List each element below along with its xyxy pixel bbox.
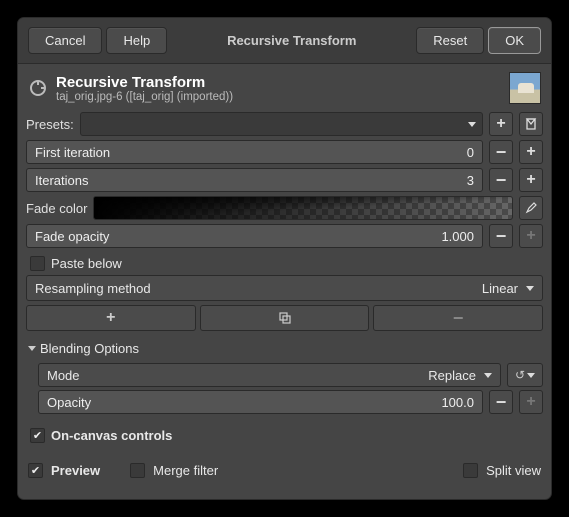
on-canvas-row: On-canvas controls [26, 424, 543, 447]
manage-icon [524, 117, 538, 131]
transform-duplicate-button[interactable] [200, 305, 370, 331]
resampling-label: Resampling method [35, 281, 151, 296]
footer-row: Preview Merge filter Split view [26, 457, 543, 478]
first-iteration-decrement[interactable]: − [489, 140, 513, 164]
opacity-label: Opacity [47, 395, 91, 410]
iterations-decrement[interactable]: − [489, 168, 513, 192]
preset-manage-button[interactable] [519, 112, 543, 136]
opacity-increment[interactable]: + [519, 390, 543, 414]
preset-add-button[interactable]: + [489, 112, 513, 136]
opacity-field[interactable]: Opacity 100.0 [38, 390, 483, 414]
dialog: Cancel Help Recursive Transform Reset OK… [17, 17, 552, 500]
resampling-value: Linear [482, 281, 518, 296]
fade-opacity-increment[interactable]: + [519, 224, 543, 248]
content: Presets: + First iteration 0 − + Iterati… [18, 108, 551, 482]
preview-checkbox[interactable] [28, 463, 43, 478]
plus-icon: + [526, 394, 535, 410]
ok-button[interactable]: OK [488, 27, 541, 54]
iterations-label: Iterations [35, 173, 88, 188]
plus-icon: + [526, 172, 535, 188]
paste-below-row: Paste below [26, 252, 543, 275]
split-view-label: Split view [486, 463, 541, 478]
fade-color-label: Fade color [26, 201, 87, 216]
iterations-field[interactable]: Iterations 3 [26, 168, 483, 192]
transform-button-strip: + − [26, 305, 543, 331]
chevron-down-icon [484, 373, 492, 378]
on-canvas-checkbox[interactable] [30, 428, 45, 443]
on-canvas-label: On-canvas controls [51, 428, 172, 443]
plus-icon: + [496, 116, 505, 132]
first-iteration-row: First iteration 0 − + [26, 140, 543, 164]
chevron-down-icon [527, 373, 535, 378]
plus-icon: + [526, 144, 535, 160]
opacity-decrement[interactable]: − [489, 390, 513, 414]
minus-icon: − [496, 143, 507, 161]
reset-button[interactable]: Reset [416, 27, 484, 54]
top-button-bar: Cancel Help Recursive Transform Reset OK [18, 18, 551, 64]
minus-icon: − [496, 393, 507, 411]
resampling-dropdown[interactable]: Resampling method Linear [26, 275, 543, 301]
paste-below-checkbox[interactable] [30, 256, 45, 271]
iterations-value: 3 [467, 173, 474, 188]
mode-reset-button[interactable]: ↺ [507, 363, 543, 387]
opacity-value: 100.0 [441, 395, 474, 410]
gegl-icon [28, 78, 48, 98]
paste-below-label: Paste below [51, 256, 122, 271]
fade-opacity-decrement[interactable]: − [489, 224, 513, 248]
first-iteration-label: First iteration [35, 145, 110, 160]
preview-label: Preview [51, 463, 100, 478]
first-iteration-increment[interactable]: + [519, 140, 543, 164]
iterations-row: Iterations 3 − + [26, 168, 543, 192]
fade-opacity-field[interactable]: Fade opacity 1.000 [26, 224, 483, 248]
presets-dropdown[interactable] [80, 112, 483, 136]
dialog-title-label: Recursive Transform [219, 27, 364, 54]
minus-icon: − [453, 309, 464, 327]
plus-icon: + [526, 228, 535, 244]
duplicate-icon [278, 311, 292, 325]
first-iteration-value: 0 [467, 145, 474, 160]
minus-icon: − [496, 227, 507, 245]
filter-subtitle: taj_orig.jpg-6 ([taj_orig] (imported)) [56, 91, 233, 103]
thumbnail [509, 72, 541, 104]
mode-value: Replace [428, 368, 476, 383]
transform-add-button[interactable]: + [26, 305, 196, 331]
header-text: Recursive Transform taj_orig.jpg-6 ([taj… [56, 74, 233, 103]
presets-row: Presets: + [26, 112, 543, 136]
chevron-down-icon [28, 346, 36, 351]
transform-remove-button[interactable]: − [373, 305, 543, 331]
mode-label: Mode [47, 368, 80, 383]
merge-filter-label: Merge filter [153, 463, 218, 478]
fade-opacity-row: Fade opacity 1.000 − + [26, 224, 543, 248]
eyedropper-icon [524, 201, 538, 215]
reset-icon: ↺ [515, 368, 525, 382]
minus-icon: − [496, 171, 507, 189]
fade-opacity-value: 1.000 [441, 229, 474, 244]
mode-dropdown[interactable]: Mode Replace [38, 363, 501, 387]
fade-color-button[interactable] [93, 196, 513, 220]
fade-color-row: Fade color [26, 196, 543, 220]
first-iteration-field[interactable]: First iteration 0 [26, 140, 483, 164]
color-picker-button[interactable] [519, 196, 543, 220]
filter-title: Recursive Transform [56, 74, 233, 91]
iterations-increment[interactable]: + [519, 168, 543, 192]
opacity-row: Opacity 100.0 − + [38, 390, 543, 414]
presets-label: Presets: [26, 117, 74, 132]
mode-row: Mode Replace ↺ [38, 363, 543, 387]
chevron-down-icon [468, 122, 476, 127]
help-button[interactable]: Help [106, 27, 167, 54]
cancel-button[interactable]: Cancel [28, 27, 102, 54]
fade-opacity-label: Fade opacity [35, 229, 109, 244]
blending-options-label: Blending Options [40, 341, 139, 356]
blending-options-disclosure[interactable]: Blending Options [26, 335, 543, 360]
merge-filter-checkbox[interactable] [130, 463, 145, 478]
plus-icon: + [106, 310, 115, 326]
split-view-checkbox[interactable] [463, 463, 478, 478]
chevron-down-icon [526, 286, 534, 291]
header: Recursive Transform taj_orig.jpg-6 ([taj… [18, 64, 551, 108]
